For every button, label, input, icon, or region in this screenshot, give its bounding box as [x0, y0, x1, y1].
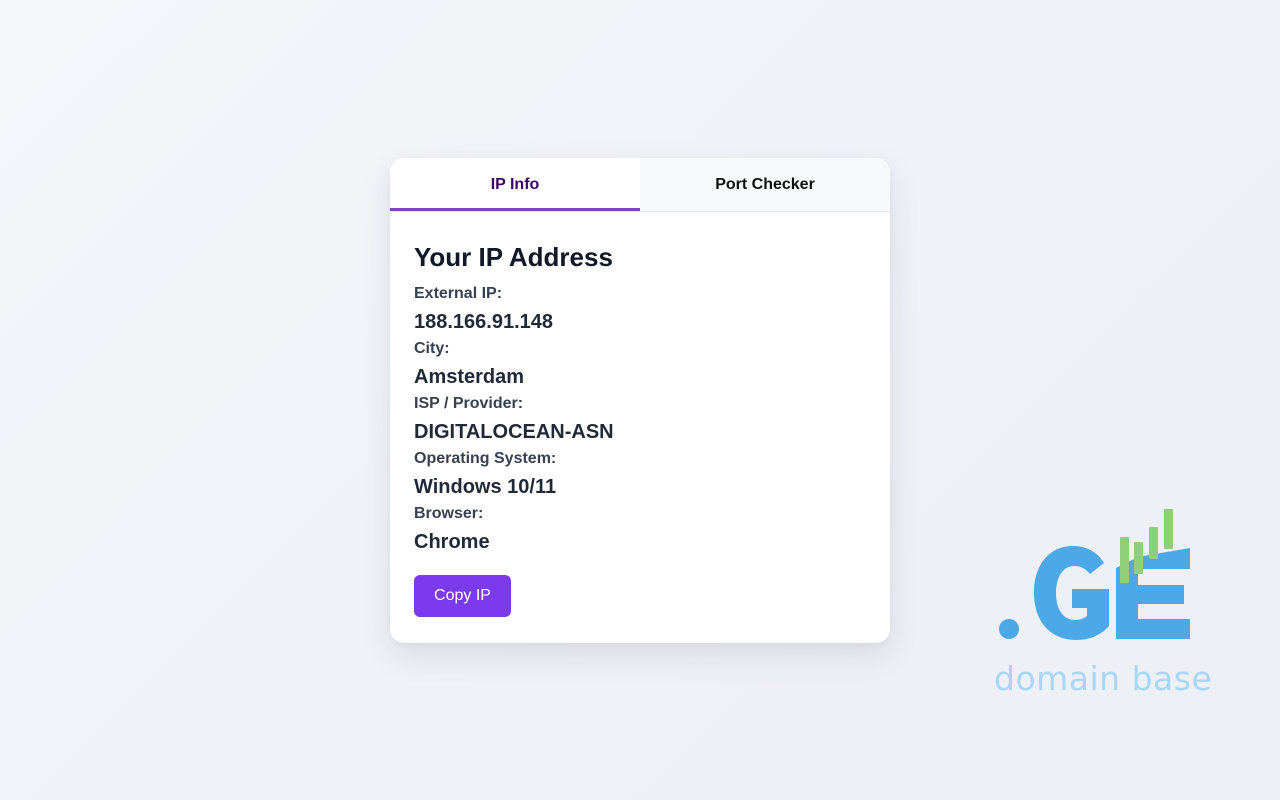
external-ip-value: 188.166.91.148 — [414, 311, 554, 333]
external-ip-label: External IP: — [414, 285, 503, 302]
tab-bar: IP Info Port Checker — [390, 158, 890, 212]
logo-dot — [999, 619, 1019, 639]
os-label: Operating System: — [414, 450, 557, 467]
city-value: Amsterdam — [414, 366, 525, 388]
browser-value: Chrome — [414, 531, 490, 553]
isp-label: ISP / Provider: — [414, 395, 524, 412]
browser-label: Browser: — [414, 505, 484, 522]
ip-tool-card: IP Info Port Checker Your IP Address Ext… — [390, 158, 890, 643]
signal-bars-icon — [1120, 509, 1173, 583]
ip-info-panel: Your IP Address External IP: 188.166.91.… — [390, 212, 890, 617]
city-label: City: — [414, 340, 450, 357]
tab-ip-info[interactable]: IP Info — [390, 158, 640, 211]
logo-tagline: domain base — [994, 659, 1213, 698]
isp-value: DIGITALOCEAN-ASN — [414, 421, 614, 443]
ge-logo-mark — [999, 509, 1190, 640]
logo-letter-g — [1034, 546, 1109, 640]
os-value: Windows 10/11 — [414, 476, 557, 498]
domain-base-logo: domain base — [994, 505, 1212, 705]
copy-ip-button[interactable]: Copy IP — [414, 575, 511, 617]
page-title: Your IP Address — [414, 242, 613, 272]
tab-port-checker[interactable]: Port Checker — [640, 158, 890, 211]
